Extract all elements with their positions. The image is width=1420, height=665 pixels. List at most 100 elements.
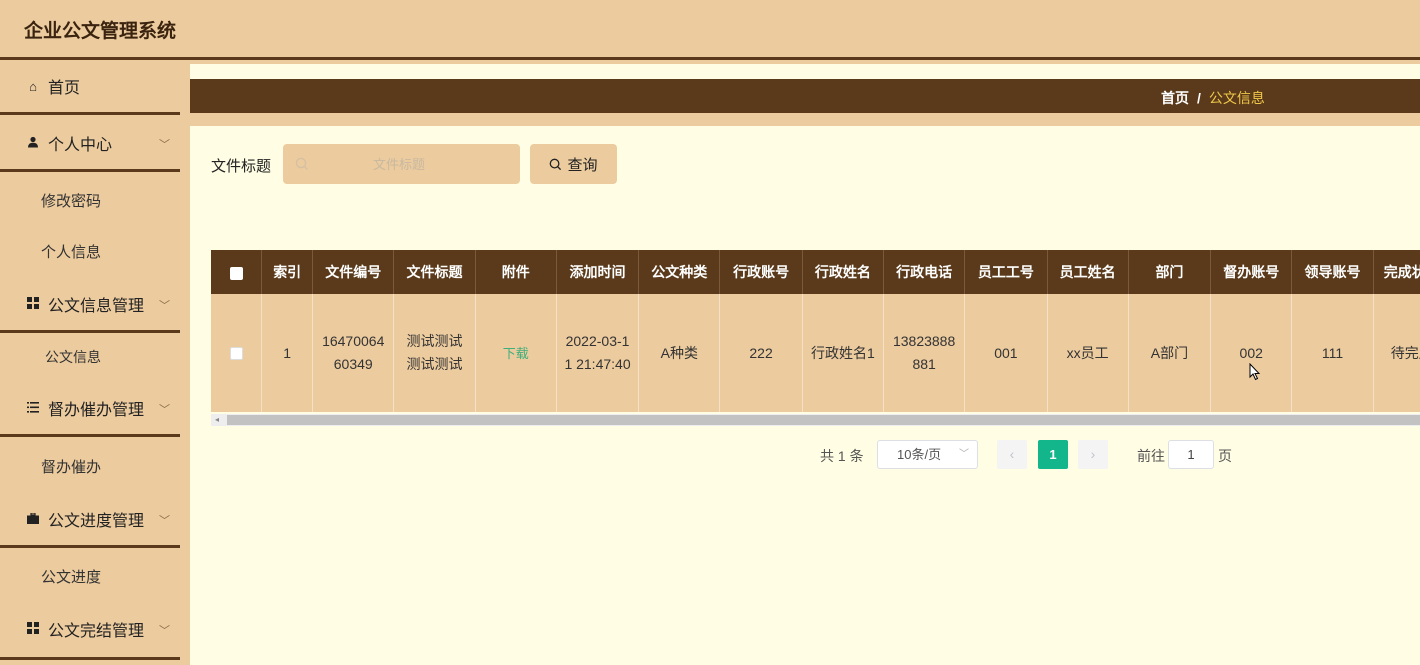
chevron-down-icon: ﹀ [159,404,170,416]
menu-divider [0,657,180,660]
cell-status: 待完成 [1373,294,1420,412]
cell-file-title: 测试测试测试测试 [393,294,476,412]
column-header: 员工姓名 [1047,250,1129,294]
scroll-left-icon[interactable]: ◂ [215,414,219,426]
select-all-checkbox[interactable] [229,266,243,280]
doc-table: 索引 文件编号 文件标题 附件 添加时间 公文种类 行政账号 行政姓名 行政电话… [211,250,1420,426]
search-field[interactable] [283,144,520,184]
sidebar-item-label: 公文进度管理 [48,513,145,530]
goto-page-input[interactable]: 1 [1168,440,1214,469]
sidebar-item-doc-progress-management[interactable]: 公文进度管理 ﹀ [0,493,180,545]
sidebar-subitem-change-password[interactable]: 修改密码 [0,178,180,222]
sidebar: ⌂ 首页 个人中心 ﹀ 修改密码 个人信息 公文信息管理 ﹀ 公文信息 督办催办… [0,60,190,665]
sidebar-item-doc-info-management[interactable]: 公文信息管理 ﹀ [0,278,180,330]
cell-supervisor-account: 002 [1210,294,1293,412]
table-row: 1 1647006460349 测试测试测试测试 下载 2022-03-11 2… [211,294,1420,412]
page-suffix-label: 页 [1218,448,1232,464]
grid-icon [24,296,42,312]
cell-staff-no: 001 [964,294,1048,412]
chevron-down-icon: ﹀ [159,625,170,637]
sidebar-subitem-doc-progress[interactable]: 公文进度 [0,554,180,598]
menu-divider [0,434,180,437]
chevron-down-icon: ﹀ [159,139,170,151]
column-header: 部门 [1128,250,1212,294]
next-page-button[interactable]: › [1078,440,1108,469]
column-header: 员工工号 [964,250,1048,294]
app-title: 企业公文管理系统 [24,21,177,42]
column-header: 行政姓名 [802,250,884,294]
cell-attachment: 下载 [475,294,557,412]
home-icon: ⌂ [29,78,37,94]
sidebar-item-label: 个人中心 [48,137,113,154]
list-icon [24,401,42,416]
cell-staff-name: xx员工 [1047,294,1129,412]
cell-department: A部门 [1128,294,1212,412]
breadcrumb-bar: 首页 / 公文信息 [190,79,1420,113]
sidebar-item-doc-completion-management[interactable]: 公文完结管理 ﹀ [0,603,180,655]
query-button-label: 查询 [567,156,598,174]
menu-divider [0,169,180,172]
column-header: 行政账号 [719,250,803,294]
page-size-select[interactable]: 10条/页 ﹀ [877,440,978,469]
breadcrumb-current: 公文信息 [1208,90,1265,106]
user-icon [24,136,42,151]
column-header: 附件 [475,250,557,294]
main-strip [190,113,1420,126]
breadcrumb: 首页 / 公文信息 [1161,88,1265,108]
menu-divider [0,112,180,115]
cell-admin-account: 222 [719,294,803,412]
cell-leader-account: 111 [1291,294,1374,412]
column-header: 文件标题 [393,250,476,294]
goto-label: 前往 [1137,448,1165,464]
search-label: 文件标题 [211,158,272,175]
column-header: 添加时间 [556,250,640,294]
cell-file-no: 1647006460349 [312,294,395,412]
sidebar-subitem-doc-info[interactable]: 公文信息 [0,335,180,379]
column-header: 完成状态 [1373,250,1420,294]
sidebar-item-label: 首页 [48,80,81,97]
sidebar-item-label: 公文信息管理 [48,298,145,315]
column-header: 行政电话 [883,250,966,294]
prev-page-button[interactable]: ‹ [997,440,1027,469]
cell-added-time: 2022-03-11 21:47:40 [556,294,640,412]
column-header: 领导账号 [1291,250,1374,294]
pagination-total: 共 1 条 [820,448,864,464]
cell-admin-phone: 13823888881 [883,294,966,412]
column-header: 索引 [261,250,314,294]
table-header-row: 索引 文件编号 文件标题 附件 添加时间 公文种类 行政账号 行政姓名 行政电话… [211,250,1420,294]
chevron-down-icon: ﹀ [159,515,170,527]
cell-admin-name: 行政姓名1 [802,294,884,412]
main-top-strip [190,60,1420,64]
page-number-button[interactable]: 1 [1038,440,1068,469]
search-input[interactable] [309,156,489,172]
chevron-down-icon: ﹀ [159,300,170,312]
sidebar-item-label: 公文完结管理 [48,623,145,640]
breadcrumb-home[interactable]: 首页 [1161,90,1189,106]
menu-divider [0,545,180,548]
select-all-header[interactable] [211,250,263,294]
row-select-cell[interactable] [211,294,263,412]
sidebar-item-supervision-management[interactable]: 督办催办管理 ﹀ [0,382,180,434]
breadcrumb-separator: / [1197,90,1201,106]
column-header: 文件编号 [312,250,395,294]
download-link[interactable]: 下载 [503,346,529,361]
query-button[interactable]: 查询 [530,144,617,184]
sidebar-item-personal-center[interactable]: 个人中心 ﹀ [0,117,180,169]
sidebar-item-home[interactable]: ⌂ 首页 [0,60,180,112]
chevron-down-icon: ﹀ [959,449,969,460]
briefcase-icon [24,511,42,527]
menu-divider [0,330,180,333]
grid-icon [24,621,42,637]
scrollbar-thumb[interactable] [227,415,1420,425]
search-icon [295,157,309,171]
cell-doc-type: A种类 [638,294,721,412]
sidebar-item-label: 督办催办管理 [48,402,145,419]
horizontal-scrollbar[interactable]: ◂ [211,414,1420,426]
mouse-cursor-icon [1249,362,1261,386]
search-icon [549,158,562,171]
sidebar-subitem-supervision[interactable]: 督办催办 [0,444,180,488]
row-checkbox[interactable] [229,347,243,361]
sidebar-subitem-personal-info[interactable]: 个人信息 [0,229,180,273]
page-size-value: 10条/页 [897,447,942,462]
cell-index: 1 [261,294,314,412]
